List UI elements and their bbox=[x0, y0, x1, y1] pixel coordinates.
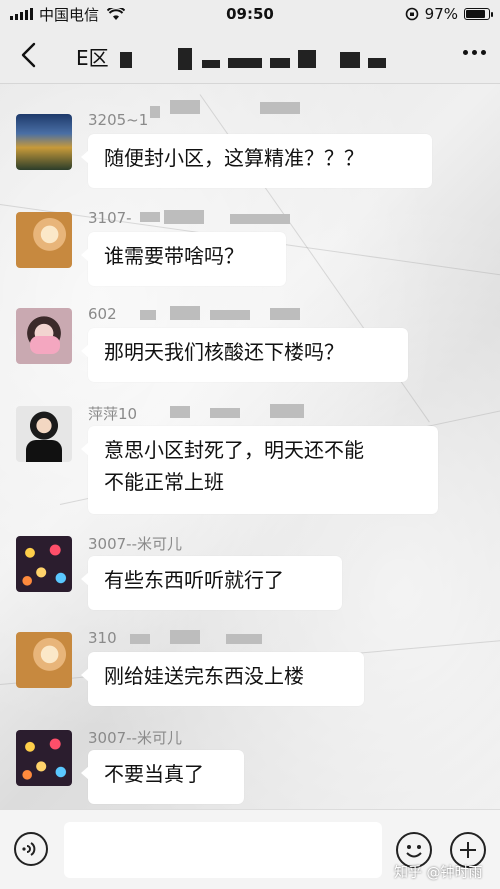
chat-area[interactable]: 3205~1 随便封小区，这算精准？？？ 3107- 谁需要带啥吗？ 602 那… bbox=[0, 84, 500, 809]
sender-name: 3007--米可儿 bbox=[88, 729, 182, 747]
carrier-label: 中国电信 bbox=[39, 5, 100, 24]
message-line: 意思小区封死了，明天还不能 bbox=[104, 438, 364, 462]
status-bar: 中国电信 09:50 97% bbox=[0, 0, 500, 28]
masked-girl-avatar[interactable] bbox=[16, 308, 72, 364]
message-bubble[interactable]: 刚给娃送完东西没上楼 bbox=[81, 652, 364, 706]
sender-name: 310 bbox=[88, 629, 117, 647]
back-icon[interactable] bbox=[14, 40, 44, 70]
message-input[interactable] bbox=[64, 822, 382, 878]
message-bubble[interactable]: 那明天我们核酸还下楼吗？ bbox=[81, 328, 408, 382]
voice-icon[interactable] bbox=[14, 832, 48, 866]
girl-avatar[interactable] bbox=[16, 632, 72, 688]
message-line: 不能正常上班 bbox=[104, 470, 224, 494]
battery-icon bbox=[464, 8, 493, 20]
sender-name: 3007--米可儿 bbox=[88, 535, 182, 553]
landscape-avatar[interactable] bbox=[16, 114, 72, 170]
chat-title: E区 bbox=[76, 46, 109, 70]
orientation-lock-icon bbox=[405, 7, 418, 21]
more-options-icon[interactable] bbox=[463, 50, 486, 55]
woman-avatar[interactable] bbox=[16, 406, 72, 462]
battery-percent: 97% bbox=[424, 5, 458, 23]
message-bubble[interactable]: 谁需要带啥吗？ bbox=[81, 232, 286, 286]
watermark: 知乎 @钟时雨 bbox=[394, 865, 483, 881]
message-bubble[interactable]: 不要当真了 bbox=[81, 750, 244, 804]
message-bubble[interactable]: 随便封小区，这算精准？？？ bbox=[81, 134, 432, 188]
wifi-icon bbox=[107, 7, 126, 20]
girl-avatar[interactable] bbox=[16, 212, 72, 268]
pixelated-title-area bbox=[120, 46, 420, 72]
lights-avatar[interactable] bbox=[16, 536, 72, 592]
sender-name: 602 bbox=[88, 305, 117, 323]
sender-name: 3205~1 bbox=[88, 111, 149, 129]
chat-header: E区 bbox=[0, 28, 500, 84]
sender-name: 3107- bbox=[88, 209, 132, 227]
message-bubble[interactable]: 意思小区封死了，明天还不能 不能正常上班 bbox=[81, 426, 438, 514]
signal-icon bbox=[10, 8, 33, 20]
message-bubble[interactable]: 有些东西听听就行了 bbox=[81, 556, 342, 610]
sender-name: 萍萍10 bbox=[88, 405, 138, 423]
lights-avatar[interactable] bbox=[16, 730, 72, 786]
